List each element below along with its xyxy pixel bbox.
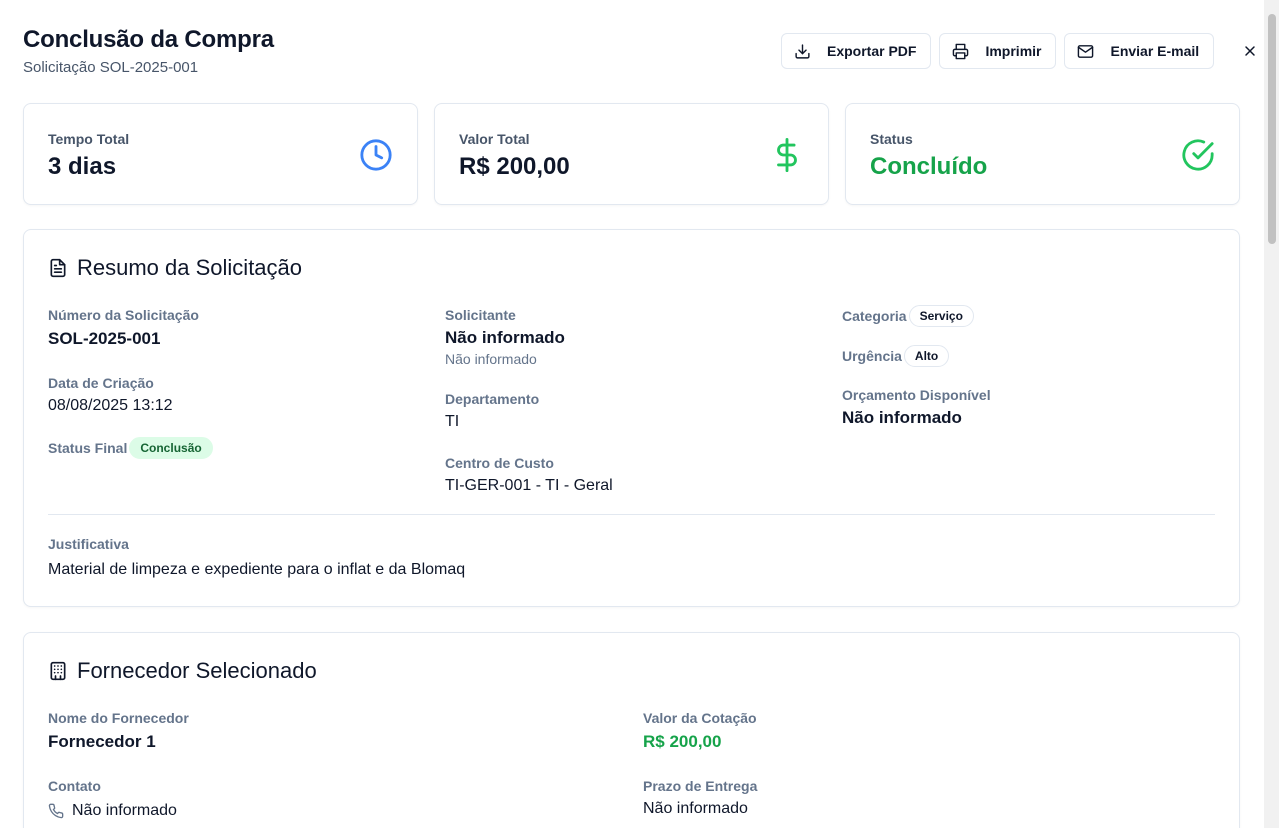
field-label: Valor da Cotação bbox=[643, 710, 757, 726]
page-header: Conclusão da Compra Solicitação SOL-2025… bbox=[23, 26, 274, 76]
stat-label: Valor Total bbox=[459, 131, 530, 147]
mail-icon bbox=[1078, 44, 1094, 58]
field-label: Data de Criação bbox=[48, 375, 154, 391]
field-label: Urgência bbox=[842, 348, 902, 364]
field-status-final: Status Final Conclusão bbox=[48, 437, 213, 459]
close-icon bbox=[1245, 46, 1255, 56]
field-data-criacao: Data de Criação 08/08/2025 13:12 bbox=[48, 375, 173, 415]
field-value: Material de limpeza e expediente para o … bbox=[48, 561, 466, 578]
field-value: Não informado bbox=[643, 800, 748, 817]
field-label: Departamento bbox=[445, 391, 540, 407]
field-value: SOL-2025-001 bbox=[48, 329, 161, 348]
field-value: Não informado bbox=[842, 408, 962, 427]
category-badge: Serviço bbox=[908, 305, 974, 327]
stat-value: 3 dias bbox=[48, 153, 117, 180]
field-label: Status Final bbox=[48, 440, 128, 456]
urgency-badge: Alto bbox=[903, 345, 950, 367]
scrollbar[interactable] bbox=[1264, 0, 1279, 828]
check-circle-icon bbox=[1182, 139, 1214, 171]
building-icon bbox=[50, 661, 66, 681]
field-value: Não informado bbox=[72, 802, 177, 819]
action-bar: Exportar PDF Imprimir Enviar E-mail bbox=[781, 33, 1262, 69]
close-button[interactable] bbox=[1238, 39, 1262, 63]
dollar-icon bbox=[777, 138, 797, 172]
export-pdf-label: Exportar PDF bbox=[827, 43, 917, 59]
field-value: 08/08/2025 13:12 bbox=[48, 397, 173, 414]
stat-label: Tempo Total bbox=[48, 131, 130, 147]
divider bbox=[48, 514, 1215, 515]
print-button[interactable]: Imprimir bbox=[939, 33, 1057, 69]
field-value: Fornecedor 1 bbox=[48, 732, 156, 751]
field-label: Orçamento Disponível bbox=[842, 387, 991, 403]
supplier-card: Fornecedor Selecionado Nome do Fornecedo… bbox=[23, 632, 1240, 828]
field-contato: Contato Não informado bbox=[48, 778, 177, 820]
download-icon bbox=[795, 43, 810, 59]
field-orcamento: Orçamento Disponível Não informado bbox=[842, 387, 991, 428]
field-label: Contato bbox=[48, 778, 101, 794]
field-fornecedor-nome: Nome do Fornecedor Fornecedor 1 bbox=[48, 710, 189, 752]
page-subtitle: Solicitação SOL-2025-001 bbox=[23, 59, 199, 76]
field-valor-cotacao: Valor da Cotação R$ 200,00 bbox=[643, 710, 757, 752]
field-justificativa: Justificativa Material de limpeza e expe… bbox=[48, 536, 465, 579]
field-urgencia: Urgência Alto bbox=[842, 345, 950, 367]
field-label: Solicitante bbox=[445, 307, 516, 323]
document-icon bbox=[50, 258, 66, 278]
send-email-label: Enviar E-mail bbox=[1110, 43, 1200, 59]
supplier-title-label: Fornecedor Selecionado bbox=[77, 658, 317, 683]
export-pdf-button[interactable]: Exportar PDF bbox=[781, 33, 932, 69]
stat-value: Concluído bbox=[870, 153, 988, 180]
field-value: Não informado bbox=[445, 328, 565, 347]
field-value: TI-GER-001 - TI - Geral bbox=[445, 477, 613, 494]
field-departamento: Departamento TI bbox=[445, 391, 539, 431]
summary-title-label: Resumo da Solicitação bbox=[77, 255, 303, 280]
field-numero: Número da Solicitação SOL-2025-001 bbox=[48, 307, 199, 349]
field-label: Nome do Fornecedor bbox=[48, 710, 189, 726]
field-centro-custo: Centro de Custo TI-GER-001 - TI - Geral bbox=[445, 455, 613, 495]
summary-title: Resumo da Solicitação bbox=[48, 255, 302, 281]
field-label: Prazo de Entrega bbox=[643, 778, 758, 794]
field-prazo-entrega: Prazo de Entrega Não informado bbox=[643, 778, 757, 818]
contact-row: Não informado bbox=[48, 802, 177, 820]
field-label: Centro de Custo bbox=[445, 455, 554, 471]
field-label: Categoria bbox=[842, 308, 907, 324]
page-title: Conclusão da Compra bbox=[23, 26, 274, 53]
phone-icon bbox=[48, 803, 64, 819]
field-value: R$ 200,00 bbox=[643, 732, 722, 751]
field-label: Justificativa bbox=[48, 536, 129, 552]
field-value: TI bbox=[445, 413, 460, 430]
supplier-title: Fornecedor Selecionado bbox=[48, 658, 317, 684]
summary-card: Resumo da Solicitação Número da Solicita… bbox=[23, 229, 1240, 607]
field-subvalue: Não informado bbox=[445, 351, 537, 367]
stat-card-valor-total: Valor Total R$ 200,00 bbox=[434, 103, 829, 205]
stat-label: Status bbox=[870, 131, 913, 147]
scrollbar-thumb[interactable] bbox=[1268, 14, 1276, 244]
print-label: Imprimir bbox=[985, 43, 1042, 59]
stat-value: R$ 200,00 bbox=[459, 153, 570, 180]
send-email-button[interactable]: Enviar E-mail bbox=[1064, 33, 1215, 69]
field-solicitante: Solicitante Não informado Não informado bbox=[445, 307, 565, 367]
stat-card-tempo-total: Tempo Total 3 dias bbox=[23, 103, 418, 205]
printer-icon bbox=[953, 43, 969, 59]
status-badge: Conclusão bbox=[129, 437, 213, 459]
clock-icon bbox=[360, 139, 392, 171]
stat-card-status: Status Concluído bbox=[845, 103, 1240, 205]
field-categoria: Categoria Serviço bbox=[842, 305, 974, 327]
field-label: Número da Solicitação bbox=[48, 307, 199, 323]
